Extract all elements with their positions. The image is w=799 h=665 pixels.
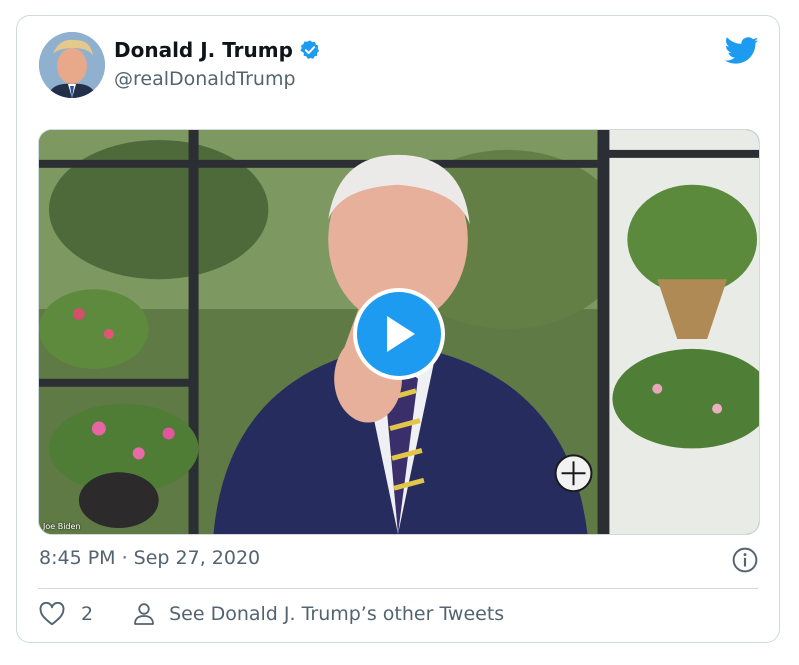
play-icon (387, 316, 415, 352)
like-button[interactable]: 2 (39, 602, 93, 626)
like-count: 2 (81, 603, 94, 625)
tweet-timestamp[interactable]: 8:45 PM · Sep 27, 2020 (39, 547, 260, 569)
author-name[interactable]: Donald J. Trump (114, 38, 293, 62)
see-other-tweets-label: See Donald J. Trump’s other Tweets (169, 603, 505, 625)
info-icon[interactable] (732, 547, 758, 573)
play-button[interactable] (353, 288, 445, 380)
author-handle[interactable]: @realDonaldTrump (114, 68, 296, 90)
person-icon (134, 603, 154, 625)
divider (38, 588, 758, 589)
heart-icon (39, 602, 65, 626)
twitter-bird-icon[interactable] (725, 36, 759, 66)
verified-badge-icon (300, 40, 319, 59)
video-caption: Joe Biden (43, 522, 81, 531)
avatar[interactable] (39, 32, 105, 98)
tweet-card[interactable]: Donald J. Trump @realDonaldTrump Joe Bid… (16, 15, 780, 643)
see-other-tweets-link[interactable]: See Donald J. Trump’s other Tweets (133, 602, 504, 626)
video-player[interactable]: Joe Biden (38, 129, 760, 535)
